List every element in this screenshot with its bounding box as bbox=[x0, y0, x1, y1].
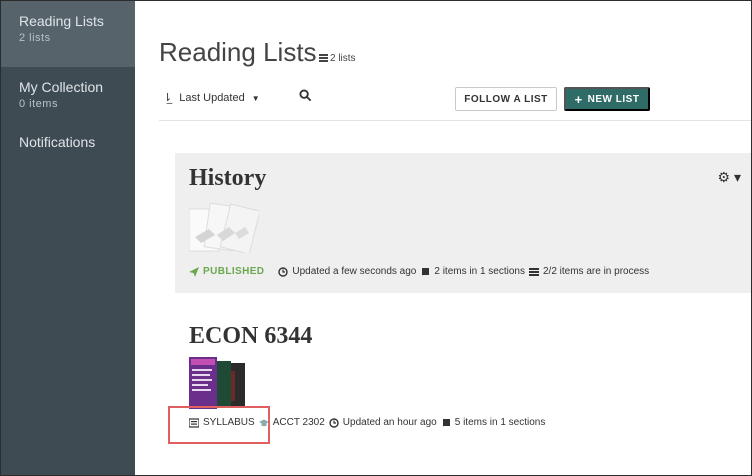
new-list-label: NEW LIST bbox=[587, 93, 640, 105]
toolbar: ⇂̲ Last Updated ▼ FOLLOW A LIST + NEW LI… bbox=[159, 87, 751, 121]
gear-icon[interactable]: ⚙ ▾ bbox=[718, 169, 741, 186]
list-icon bbox=[319, 54, 328, 62]
book-icon bbox=[422, 267, 430, 276]
items-count-text: 5 items in 1 sections bbox=[454, 417, 546, 428]
book-icon bbox=[442, 418, 450, 427]
main-content: Reading Lists 2 lists ⇂̲ Last Updated ▼ … bbox=[135, 1, 751, 475]
updated-text: Updated a few seconds ago bbox=[292, 266, 417, 277]
caret-down-icon: ▼ bbox=[251, 94, 260, 103]
sidebar-item-count: 2 lists bbox=[19, 32, 51, 44]
app-frame: Reading Lists 2 lists My Collection 0 it… bbox=[0, 0, 752, 476]
sidebar-item-label: Reading Lists bbox=[19, 13, 104, 29]
list-count-text: 2 lists bbox=[330, 53, 356, 64]
paper-plane-icon bbox=[189, 266, 199, 277]
items-count-text: 2 items in 1 sections bbox=[434, 266, 525, 277]
list-title[interactable]: History bbox=[189, 165, 266, 192]
sidebar-item-count: 0 items bbox=[19, 98, 58, 110]
sidebar-item-reading-lists[interactable]: Reading Lists 2 lists bbox=[1, 1, 135, 67]
sidebar: Reading Lists 2 lists My Collection 0 it… bbox=[1, 1, 135, 475]
list-card-history[interactable]: History ⚙ ▾ PUBLISHED Updated a few seco… bbox=[175, 153, 751, 293]
sidebar-item-my-collection[interactable]: My Collection 0 items bbox=[1, 67, 135, 120]
process-status-text: 2/2 items are in process bbox=[542, 266, 650, 277]
list-count-badge: 2 lists bbox=[319, 53, 356, 64]
sidebar-item-label: Notifications bbox=[19, 134, 96, 150]
plus-icon: + bbox=[574, 91, 583, 107]
course-code-text: ACCT 2302 bbox=[272, 417, 325, 428]
sort-dropdown[interactable]: ⇂̲ Last Updated ▼ bbox=[163, 91, 260, 104]
status-badge: PUBLISHED bbox=[203, 266, 265, 277]
book-thumbnail-placeholder[interactable] bbox=[189, 203, 259, 253]
list-title[interactable]: ECON 6344 bbox=[189, 323, 312, 350]
follow-list-button[interactable]: FOLLOW A LIST bbox=[455, 87, 557, 111]
clock-icon bbox=[278, 266, 289, 277]
page-title: Reading Lists bbox=[159, 37, 317, 67]
clock-icon bbox=[329, 417, 339, 428]
sidebar-item-label: My Collection bbox=[19, 79, 104, 95]
sidebar-item-notifications[interactable]: Notifications bbox=[1, 120, 135, 161]
search-icon[interactable] bbox=[299, 89, 312, 102]
updated-text: Updated an hour ago bbox=[342, 417, 437, 428]
sort-label: Last Updated bbox=[179, 92, 245, 104]
new-list-button[interactable]: + NEW LIST bbox=[564, 87, 650, 111]
list-meta: PUBLISHED Updated a few seconds ago 2 it… bbox=[189, 266, 649, 277]
sort-icon: ⇂̲ bbox=[163, 91, 173, 104]
book-cover-thumbnail[interactable] bbox=[189, 357, 249, 409]
annotation-highlight-box bbox=[168, 406, 270, 444]
process-list-icon bbox=[528, 267, 539, 276]
